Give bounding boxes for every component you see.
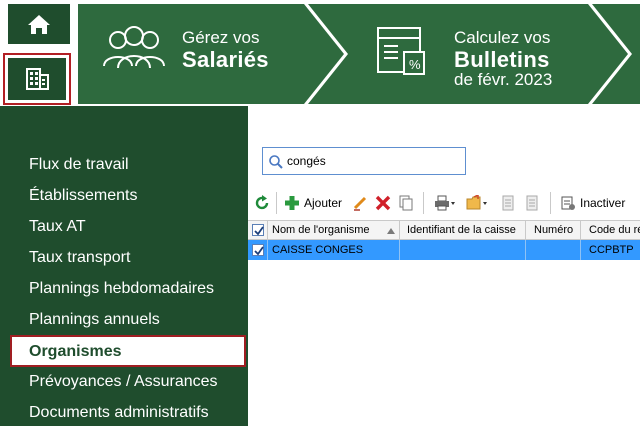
- sidebar-item-etablissements[interactable]: Établissements: [29, 187, 138, 205]
- table-header: Nom de l'organisme Identifiant de la cai…: [248, 220, 640, 241]
- edit-icon[interactable]: [352, 195, 368, 211]
- sort-asc-icon: [387, 228, 395, 234]
- search-icon: [269, 155, 283, 169]
- search-input[interactable]: congés: [262, 147, 466, 175]
- payslip-icon: %: [377, 27, 425, 75]
- salaries-tile[interactable]: Gérez vos Salariés: [78, 4, 344, 104]
- add-button[interactable]: Ajouter: [284, 192, 346, 214]
- plus-icon: [285, 196, 299, 210]
- sidebar-item-taux-transport[interactable]: Taux transport: [29, 249, 130, 267]
- sidebar-item-plannings-hebdomadaires[interactable]: Plannings hebdomadaires: [29, 280, 214, 298]
- sidebar: Flux de travail Établissements Taux AT T…: [0, 106, 248, 426]
- print-icon[interactable]: [434, 195, 456, 211]
- toolbar: Ajouter Inactiver: [248, 190, 640, 216]
- export-folder-icon[interactable]: [466, 195, 488, 211]
- sidebar-item-flux-de-travail[interactable]: Flux de travail: [29, 156, 129, 174]
- building-icon: [26, 68, 49, 90]
- organization-button[interactable]: [8, 58, 66, 100]
- inactivate-icon: [561, 196, 575, 210]
- svg-text:%: %: [409, 57, 421, 72]
- sidebar-item-organismes-label: Organismes: [29, 343, 122, 360]
- salaries-line2: Salariés: [182, 47, 269, 72]
- salaries-line1: Gérez vos: [182, 28, 260, 47]
- home-icon: [28, 15, 50, 34]
- column-header-nom[interactable]: Nom de l'organisme: [272, 224, 382, 236]
- copy-icon[interactable]: [398, 195, 414, 211]
- bulletins-line1: Calculez vos: [454, 28, 551, 47]
- inactivate-button-label: Inactiver: [580, 196, 626, 210]
- column-header-numero[interactable]: Numéro: [534, 224, 580, 236]
- sidebar-item-documents-administratifs[interactable]: Documents administratifs: [29, 404, 209, 422]
- bulletins-line3: de févr. 2023: [454, 70, 553, 89]
- top-banner: Gérez vos Salariés % Calculez vos Bullet…: [78, 4, 640, 104]
- column-header-code[interactable]: Code du ré: [589, 224, 640, 236]
- add-button-label: Ajouter: [304, 196, 343, 210]
- cell-code: CCPBTP: [589, 244, 634, 256]
- search-value: congés: [287, 154, 326, 168]
- delete-icon[interactable]: [375, 195, 391, 211]
- select-all-checkbox[interactable]: [252, 224, 264, 236]
- table-row[interactable]: CAISSE CONGES CCPBTP: [248, 240, 640, 260]
- column-header-identifiant[interactable]: Identifiant de la caisse: [407, 224, 525, 236]
- bulletins-tile[interactable]: % Calculez vos Bulletins de févr. 2023: [348, 4, 628, 104]
- home-button[interactable]: [8, 4, 70, 44]
- refresh-icon[interactable]: [254, 195, 270, 211]
- users-icon: [103, 26, 165, 69]
- inactivate-button[interactable]: Inactiver: [560, 192, 640, 214]
- cell-nom: CAISSE CONGES: [272, 244, 364, 256]
- document-icon[interactable]: [500, 195, 516, 211]
- sidebar-item-taux-at[interactable]: Taux AT: [29, 218, 86, 236]
- row-checkbox[interactable]: [252, 244, 264, 256]
- sidebar-item-plannings-annuels[interactable]: Plannings annuels: [29, 311, 160, 329]
- sidebar-item-prevoyances[interactable]: Prévoyances / Assurances: [29, 373, 218, 391]
- document-list-icon[interactable]: [524, 195, 540, 211]
